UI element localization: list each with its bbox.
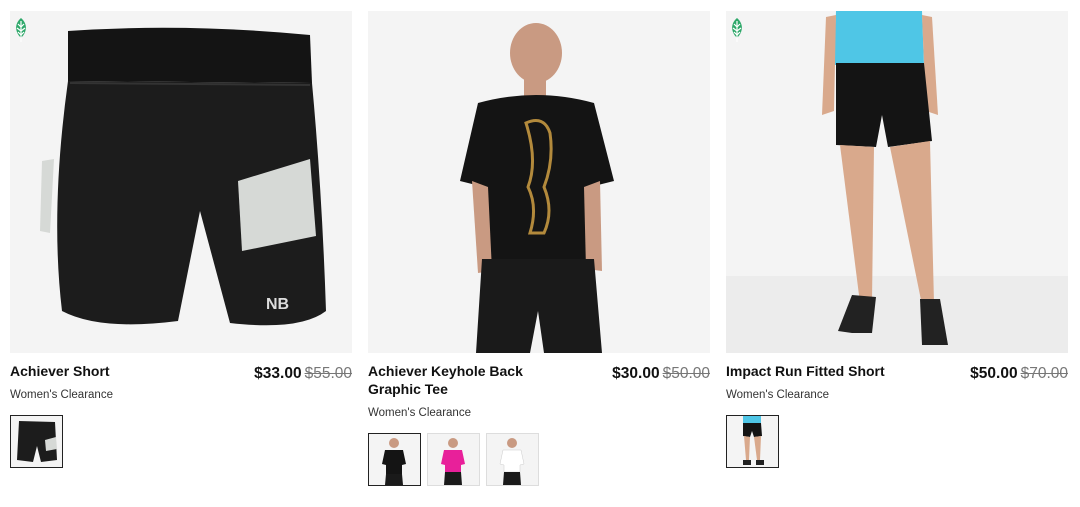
- swatch-black[interactable]: [726, 415, 779, 468]
- fitted-short-thumbnail: [727, 416, 778, 467]
- tee-white-thumbnail: [487, 434, 538, 485]
- product-name[interactable]: Achiever Keyhole Back Graphic Tee: [368, 362, 548, 398]
- color-swatches: [368, 433, 710, 486]
- shorts-photo: NB: [10, 11, 352, 353]
- product-card[interactable]: Impact Run Fitted Short $50.00 $70.00 Wom…: [726, 11, 1068, 468]
- swatch-black[interactable]: [368, 433, 421, 486]
- svg-text:NB: NB: [266, 296, 289, 313]
- tee-pink-thumbnail: [428, 434, 479, 485]
- product-name[interactable]: Achiever Short: [10, 362, 190, 380]
- product-card[interactable]: Achiever Keyhole Back Graphic Tee $30.00…: [368, 11, 710, 486]
- product-image[interactable]: NB: [10, 11, 352, 353]
- product-price: $33.00 $55.00: [254, 365, 352, 383]
- product-image[interactable]: [368, 11, 710, 353]
- fitted-short-photo: [726, 11, 1068, 353]
- tee-photo: [368, 11, 710, 353]
- color-swatches: [726, 415, 1068, 468]
- product-price: $30.00 $50.00: [612, 365, 710, 383]
- leaf-icon: [732, 18, 742, 42]
- product-price: $50.00 $70.00: [970, 365, 1068, 383]
- swatch-pink[interactable]: [427, 433, 480, 486]
- swatch-white[interactable]: [486, 433, 539, 486]
- swatch-black[interactable]: [10, 415, 63, 468]
- sale-price: $50.00: [970, 365, 1018, 382]
- sale-price: $30.00: [612, 365, 660, 382]
- shorts-thumbnail: [11, 416, 62, 467]
- original-price: $70.00: [1020, 365, 1068, 382]
- product-category: Women's Clearance: [10, 389, 113, 401]
- color-swatches: [10, 415, 352, 468]
- tee-black-thumbnail: [369, 434, 420, 485]
- product-category: Women's Clearance: [368, 407, 471, 419]
- sale-price: $33.00: [254, 365, 302, 382]
- original-price: $55.00: [304, 365, 352, 382]
- product-name[interactable]: Impact Run Fitted Short: [726, 362, 906, 380]
- original-price: $50.00: [662, 365, 710, 382]
- product-card[interactable]: NB Achiever Short $33.00 $55.00 Women's C…: [10, 11, 352, 468]
- product-image[interactable]: [726, 11, 1068, 353]
- leaf-icon: [16, 18, 26, 42]
- product-category: Women's Clearance: [726, 389, 829, 401]
